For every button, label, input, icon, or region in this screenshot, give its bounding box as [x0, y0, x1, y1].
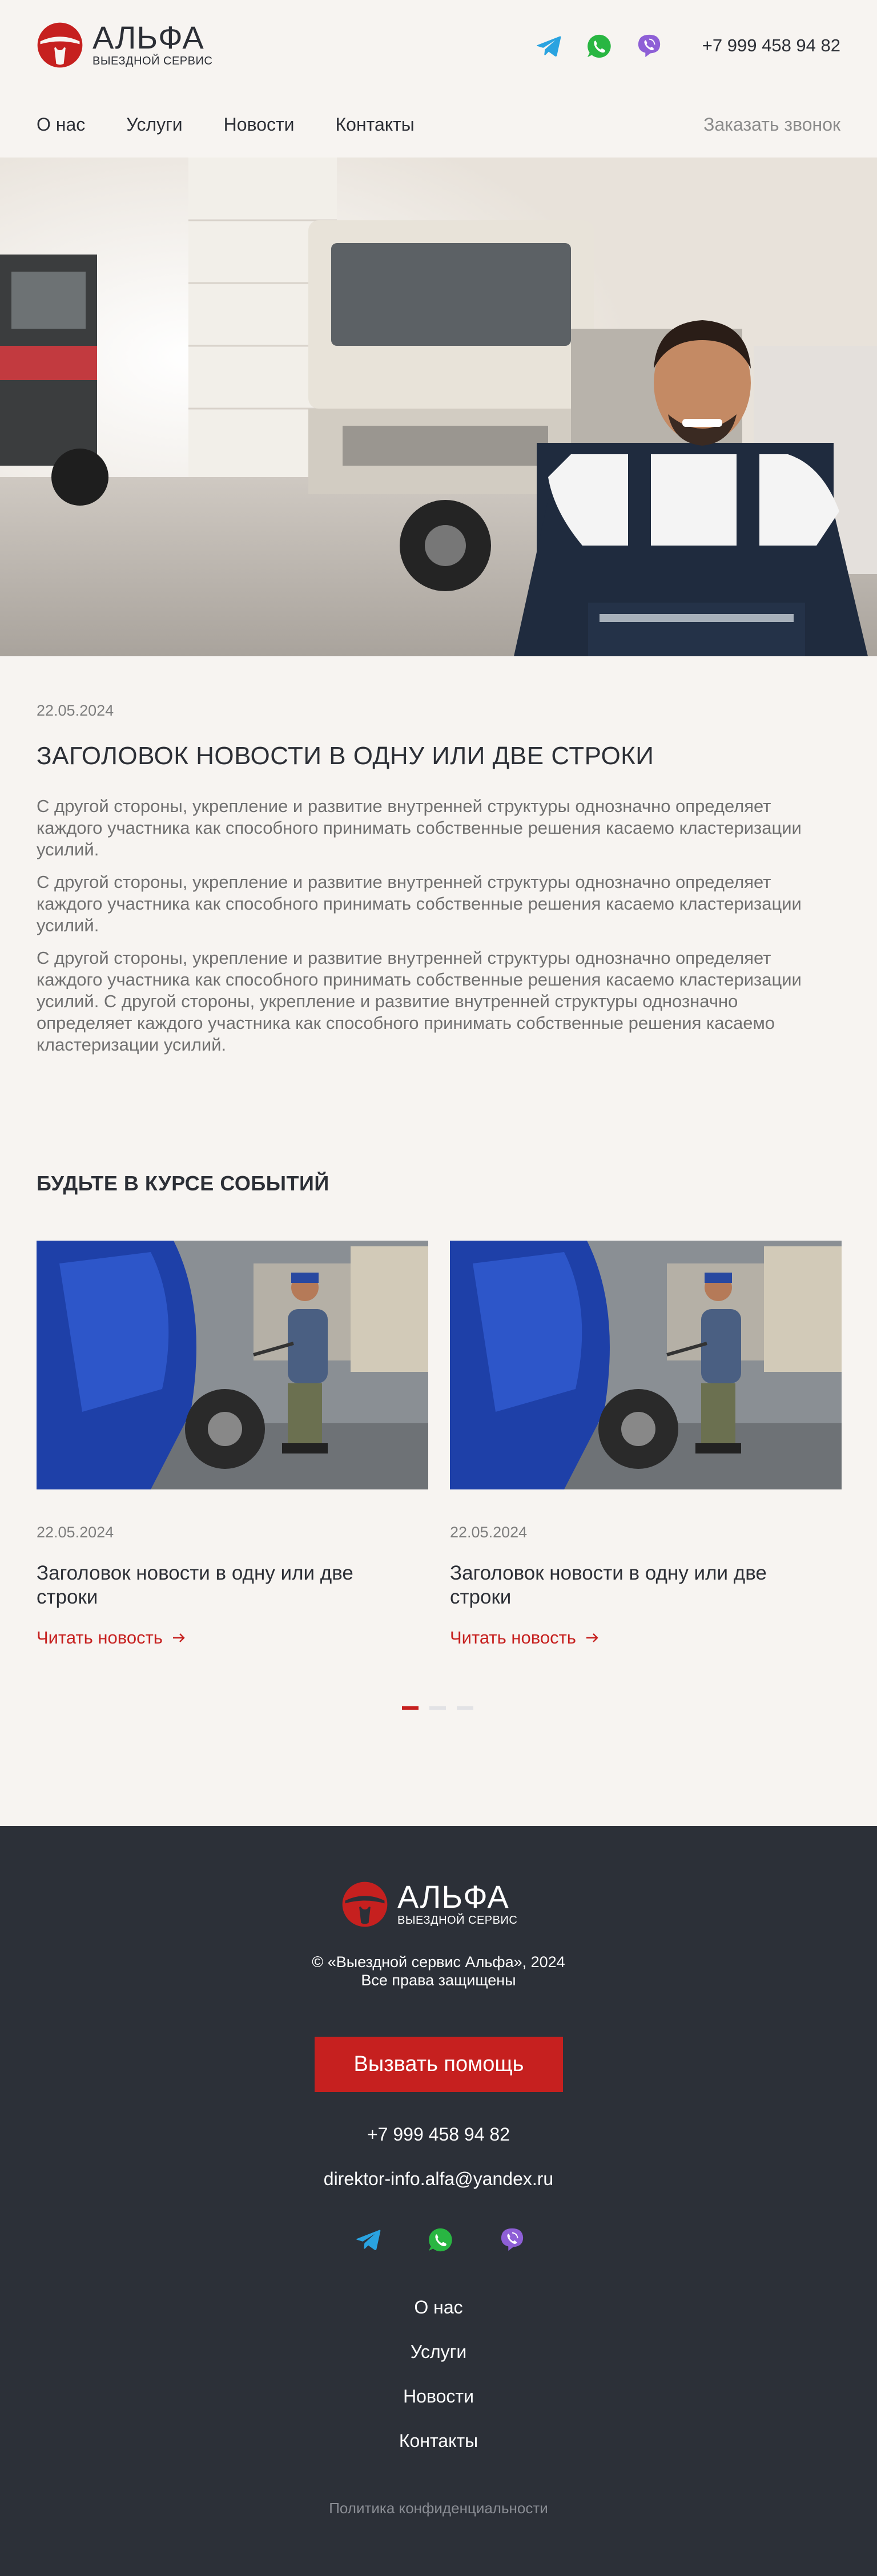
footer-phone[interactable]: +7 999 458 94 82: [0, 2124, 877, 2145]
footer-brand-name: АЛЬФА: [397, 1879, 509, 1915]
read-news-link[interactable]: Читать новость: [37, 1628, 428, 1648]
news-card[interactable]: 22.05.2024 Заголовок новости в одну или …: [37, 1241, 428, 1648]
news-card[interactable]: 22.05.2024 Заголовок новости в одну или …: [450, 1241, 842, 1648]
viber-icon[interactable]: [499, 2227, 525, 2253]
footer-brand-tagline: ВЫЕЗДНОЙ СЕРВИС: [397, 1914, 518, 1927]
footer-email[interactable]: direktor-info.alfa@yandex.ru: [0, 2169, 877, 2190]
read-news-label: Читать новость: [37, 1628, 163, 1648]
article-paragraph: С другой стороны, укрепление и развитие …: [37, 948, 802, 1055]
pagination-dot[interactable]: [457, 1706, 473, 1710]
news-card-image[interactable]: [37, 1241, 428, 1489]
footer-nav-services[interactable]: Услуги: [0, 2341, 877, 2362]
news-card-title[interactable]: Заголовок новости в одну или две строки: [450, 1561, 770, 1609]
news-card-image[interactable]: [450, 1241, 842, 1489]
call-help-button[interactable]: Вызвать помощь: [315, 2037, 563, 2092]
news-card-date: 22.05.2024: [450, 1524, 528, 1541]
article-paragraph: С другой стороны, укрепление и развитие …: [37, 872, 802, 935]
footer-messenger-links: [355, 2227, 525, 2253]
repair-photo: [37, 1241, 428, 1489]
footer-nav: О нас Услуги Новости Контакты: [0, 2297, 877, 2475]
hero-image: [0, 158, 877, 656]
footer-logo[interactable]: АЛЬФА ВЫЕЗДНОЙ СЕРВИС: [341, 1881, 517, 1928]
privacy-policy-link[interactable]: Политика конфиденциальности: [0, 2500, 877, 2517]
article-body: С другой стороны, укрепление и развитие …: [37, 796, 836, 1067]
copyright: © «Выездной сервис Альфа», 2024 Все прав…: [0, 1953, 877, 1989]
brand-tagline: ВЫЕЗДНОЙ СЕРВИС: [92, 55, 213, 67]
rights-line: Все права защищены: [361, 1972, 516, 1989]
footer-nav-news[interactable]: Новости: [0, 2386, 877, 2407]
footer-nav-contacts[interactable]: Контакты: [0, 2430, 877, 2451]
read-news-link[interactable]: Читать новость: [450, 1628, 842, 1648]
telegram-icon[interactable]: [536, 33, 562, 59]
brand-logo[interactable]: АЛЬФА ВЫЕЗДНОЙ СЕРВИС: [37, 22, 212, 68]
read-news-label: Читать новость: [450, 1628, 576, 1648]
whatsapp-icon[interactable]: [427, 2227, 453, 2253]
page: АЛЬФА ВЫЕЗДНОЙ СЕРВИС +7 999 458 94 82 О…: [0, 0, 877, 2576]
nav-item-services[interactable]: Услуги: [126, 114, 182, 135]
telegram-icon[interactable]: [355, 2227, 381, 2253]
pagination-dot[interactable]: [429, 1706, 446, 1710]
whatsapp-icon[interactable]: [586, 33, 612, 59]
repair-photo: [450, 1241, 842, 1489]
header-phone[interactable]: +7 999 458 94 82: [702, 35, 840, 56]
arrow-right-icon: [172, 1633, 185, 1642]
article-date: 22.05.2024: [37, 702, 114, 719]
nav-item-contacts[interactable]: Контакты: [336, 114, 415, 135]
steering-wheel-icon: [37, 22, 83, 68]
news-heading: БУДЬТЕ В КУРСЕ СОБЫТИЙ: [37, 1172, 329, 1195]
site-header: АЛЬФА ВЫЕЗДНОЙ СЕРВИС +7 999 458 94 82 О…: [0, 0, 877, 135]
mechanic-photo: [0, 158, 877, 656]
copyright-line: © «Выездной сервис Альфа», 2024: [312, 1953, 565, 1971]
footer-nav-about[interactable]: О нас: [0, 2297, 877, 2317]
carousel-pagination: [402, 1706, 473, 1710]
brand-name: АЛЬФА: [92, 19, 204, 55]
article-title: ЗАГОЛОВОК НОВОСТИ В ОДНУ ИЛИ ДВЕ СТРОКИ: [37, 742, 654, 770]
nav-item-news[interactable]: Новости: [224, 114, 295, 135]
article-paragraph: С другой стороны, укрепление и развитие …: [37, 796, 802, 859]
news-card-title[interactable]: Заголовок новости в одну или две строки: [37, 1561, 356, 1609]
site-footer: АЛЬФА ВЫЕЗДНОЙ СЕРВИС © «Выездной сервис…: [0, 1826, 877, 2576]
pagination-dot-active[interactable]: [402, 1706, 419, 1710]
messenger-links: [536, 33, 662, 59]
nav-item-about[interactable]: О нас: [37, 114, 85, 135]
steering-wheel-icon: [342, 1881, 388, 1927]
main-nav: О нас Услуги Новости Контакты: [37, 114, 415, 135]
news-card-date: 22.05.2024: [37, 1524, 114, 1541]
callback-link[interactable]: Заказать звонок: [703, 114, 840, 135]
viber-icon[interactable]: [636, 33, 662, 59]
arrow-right-icon: [586, 1633, 598, 1642]
